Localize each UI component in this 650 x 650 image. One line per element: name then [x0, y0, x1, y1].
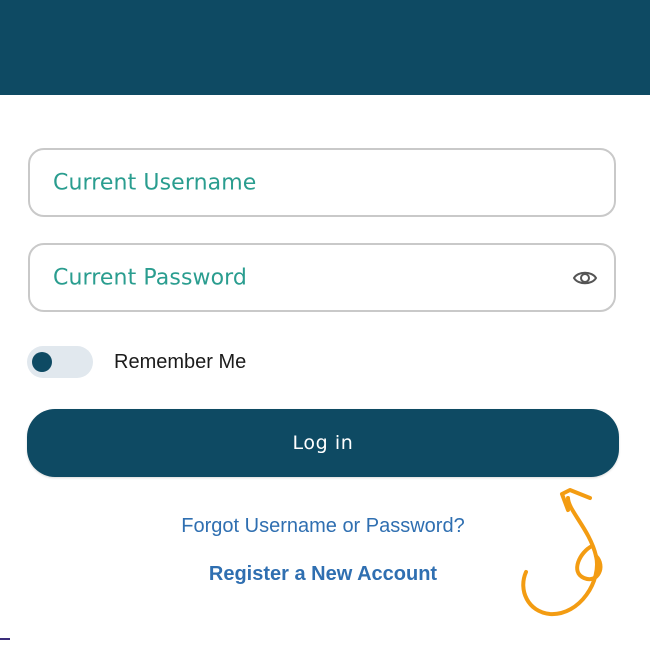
eye-icon[interactable] — [572, 268, 598, 288]
curved-arrow-icon — [521, 488, 603, 617]
toggle-knob — [32, 352, 52, 372]
remember-me-label: Remember Me — [114, 351, 247, 373]
username-placeholder: Current Username — [53, 170, 257, 195]
password-placeholder: Current Password — [53, 265, 247, 290]
login-button-label: Log in — [292, 432, 354, 454]
remember-me-toggle[interactable] — [27, 346, 93, 378]
username-field[interactable]: Current Username — [28, 148, 616, 217]
login-button[interactable]: Log in — [27, 409, 619, 477]
header-band — [0, 0, 650, 95]
password-field[interactable]: Current Password — [28, 243, 616, 312]
